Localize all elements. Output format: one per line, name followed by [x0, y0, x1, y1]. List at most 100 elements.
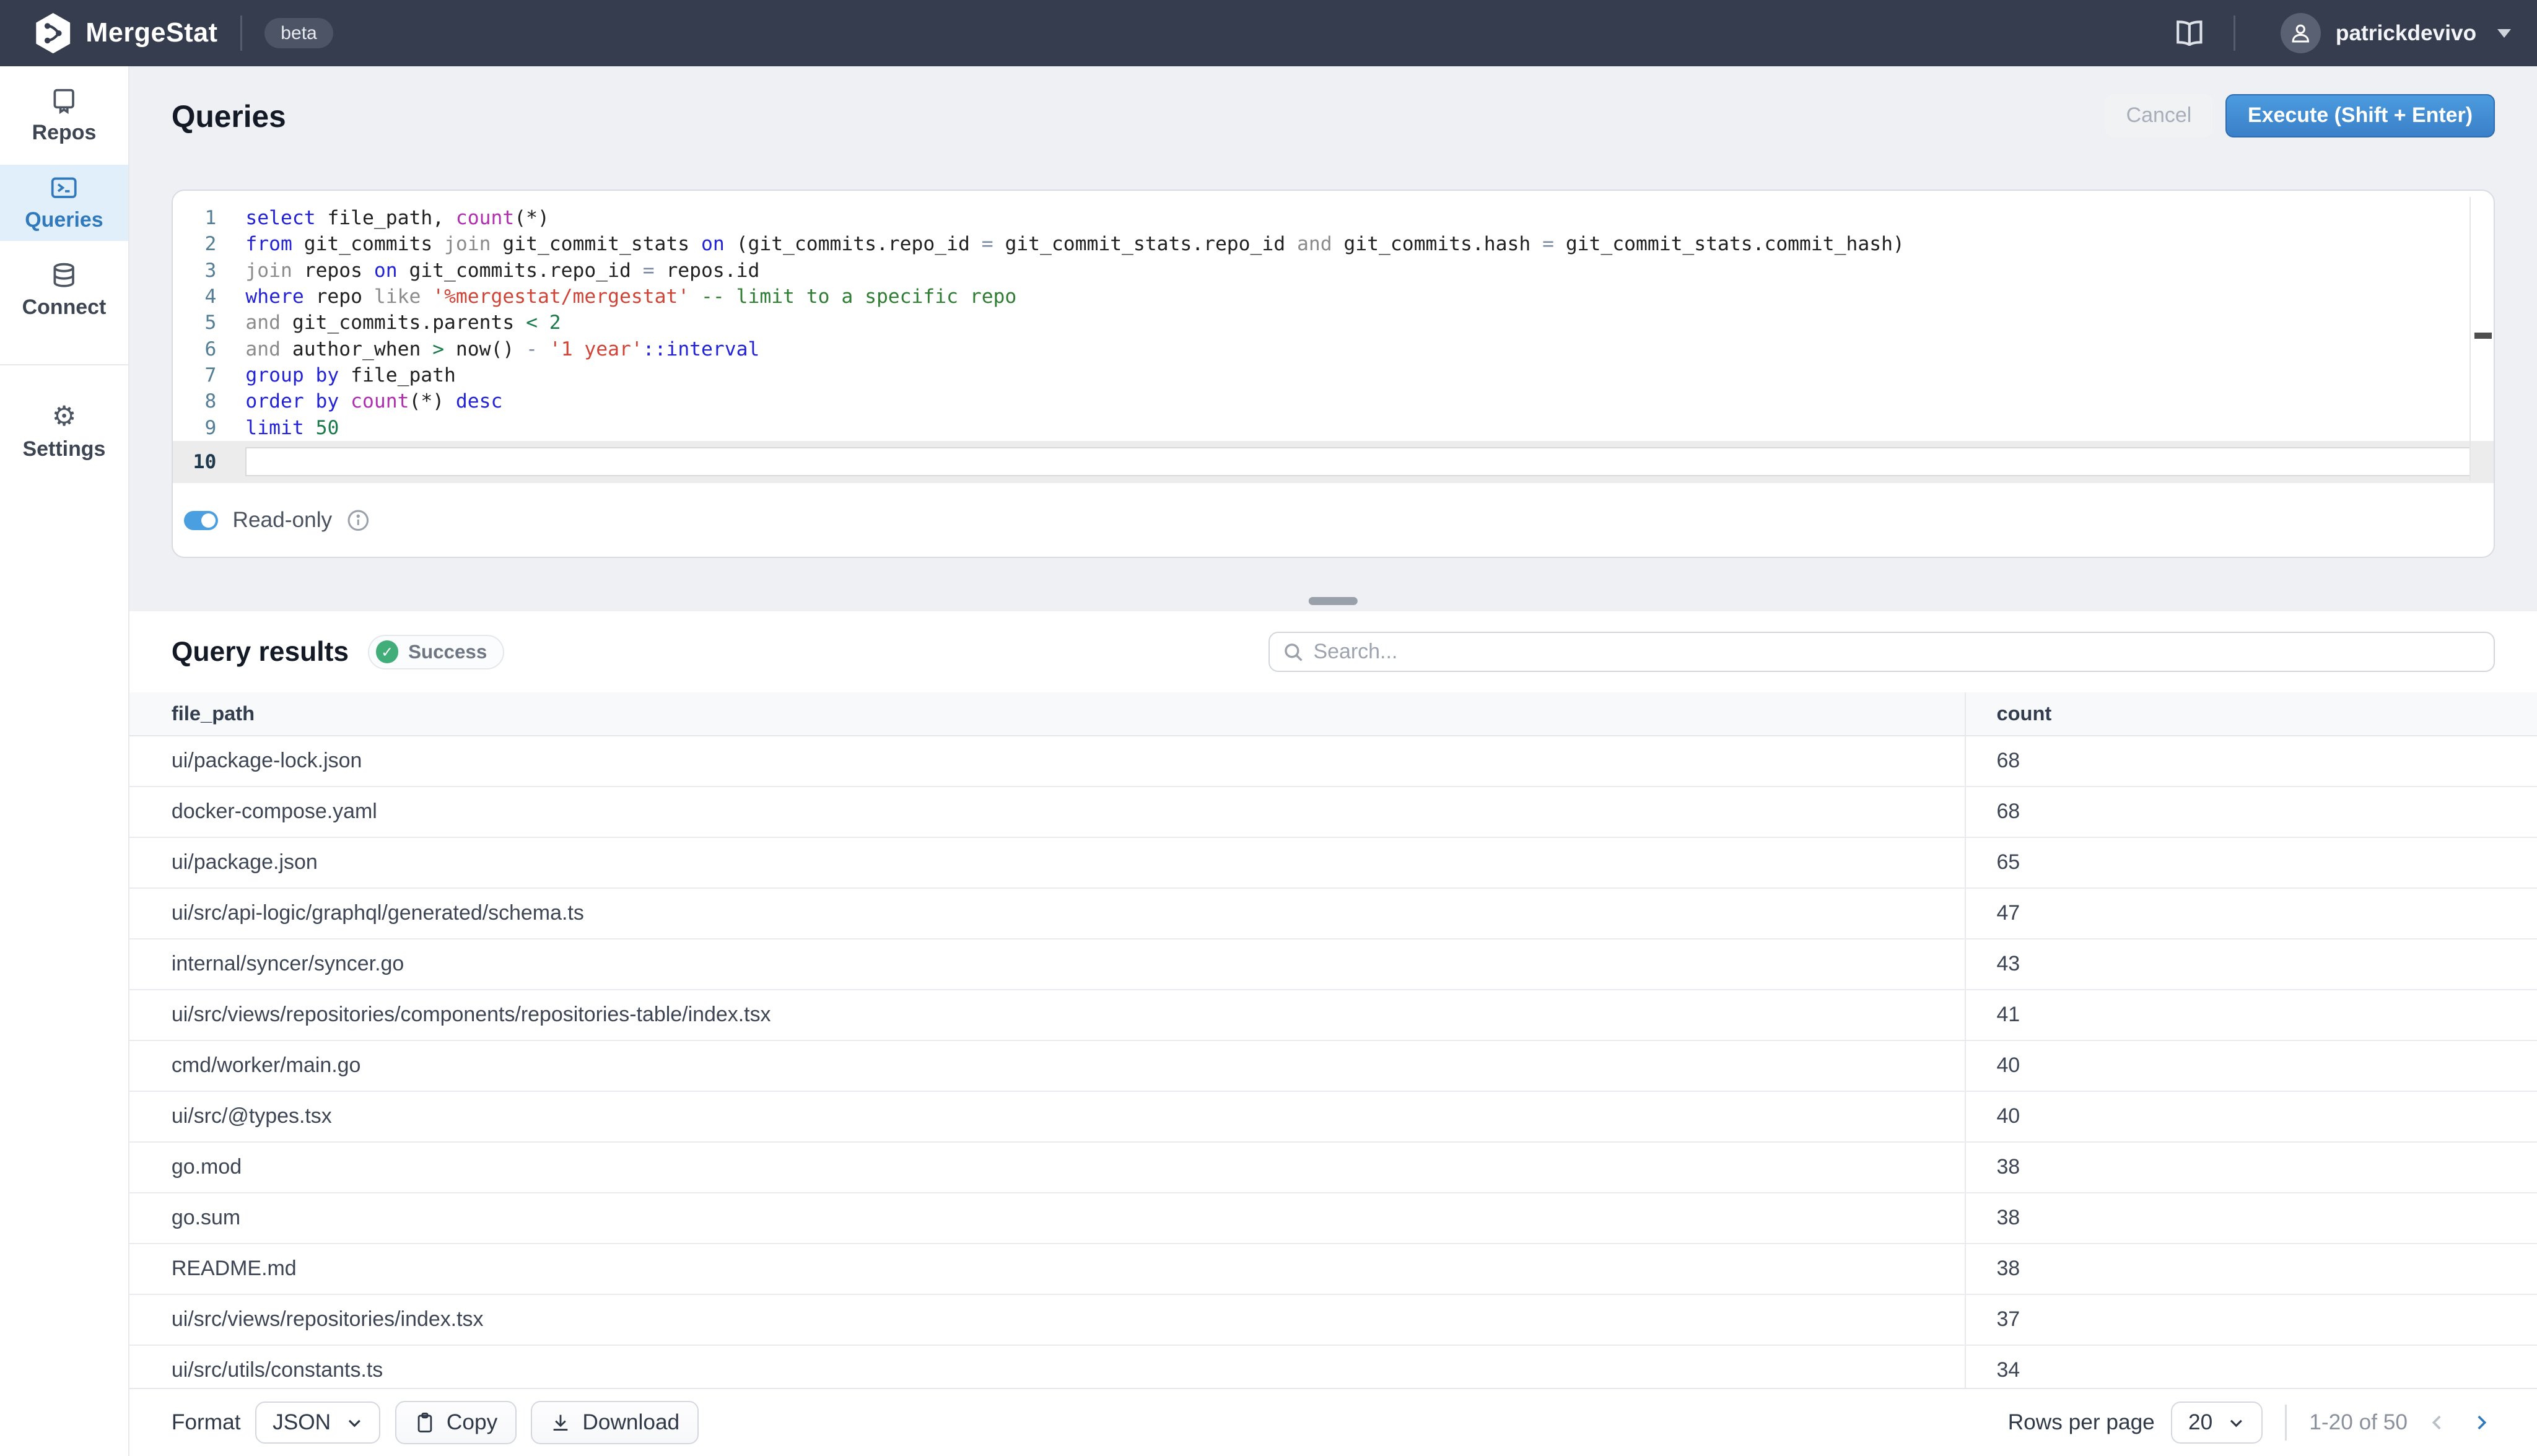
app-window: MergeStat beta patrickdevivo — [0, 0, 2537, 1456]
table-row[interactable]: README.md38 — [129, 1244, 2537, 1295]
line-number: 6 — [181, 336, 216, 362]
table-body: ui/package-lock.json68docker-compose.yam… — [129, 736, 2537, 1388]
code-line[interactable]: 9limit 50 — [173, 415, 2494, 441]
cell-file-path: go.mod — [129, 1143, 1966, 1192]
table-row[interactable]: docker-compose.yaml68 — [129, 787, 2537, 838]
app-name: MergeStat — [85, 18, 217, 48]
copy-label: Copy — [447, 1410, 497, 1435]
cell-count: 47 — [1966, 889, 2537, 938]
docs-button[interactable] — [2167, 14, 2211, 53]
code-line[interactable]: 1select file_path, count(*) — [173, 205, 2494, 231]
sql-editor-panel: 1select file_path, count(*)2 from git_com… — [172, 190, 2495, 559]
rows-per-page-value: 20 — [2188, 1410, 2212, 1435]
sidebar-item-label: Settings — [23, 437, 106, 461]
status-badge: ✓ Success — [368, 635, 504, 669]
footer-divider — [2285, 1405, 2287, 1440]
check-icon: ✓ — [376, 640, 399, 663]
table-row[interactable]: ui/src/views/repositories/index.tsx37 — [129, 1295, 2537, 1346]
beta-badge: beta — [264, 18, 333, 49]
search-icon — [1283, 642, 1304, 663]
table-row[interactable]: go.sum38 — [129, 1193, 2537, 1244]
info-icon[interactable] — [347, 509, 370, 532]
code-text: from git_commits join git_commit_stats o… — [245, 231, 2494, 257]
sql-code-editor[interactable]: 1select file_path, count(*)2 from git_com… — [173, 191, 2494, 484]
table-row[interactable]: ui/src/api-logic/graphql/generated/schem… — [129, 889, 2537, 939]
user-menu[interactable]: patrickdevivo — [2281, 13, 2511, 53]
cell-count: 43 — [1966, 939, 2537, 989]
cancel-button[interactable]: Cancel — [2105, 94, 2213, 138]
resize-handle[interactable] — [1309, 597, 1357, 605]
format-select[interactable]: JSON — [255, 1402, 380, 1444]
brand-home-link[interactable]: MergeStat — [35, 13, 217, 53]
line-number: 5 — [181, 310, 216, 336]
code-text: join repos on git_commits.repo_id = repo… — [245, 258, 2494, 284]
copy-button[interactable]: Copy — [395, 1401, 517, 1445]
sidebar-item-label: Repos — [32, 121, 97, 145]
code-line[interactable]: 5and git_commits.parents < 2 — [173, 310, 2494, 336]
sidebar-divider — [0, 364, 128, 365]
rows-per-page-select[interactable]: 20 — [2171, 1402, 2263, 1444]
table-row[interactable]: internal/syncer/syncer.go43 — [129, 939, 2537, 990]
readonly-row: Read-only — [173, 484, 2494, 557]
code-line[interactable]: 4where repo like '%mergestat/mergestat' … — [173, 284, 2494, 310]
gear-icon: ⚙ — [52, 403, 77, 430]
search-input[interactable] — [1313, 640, 2481, 664]
column-header-file-path[interactable]: file_path — [129, 692, 1966, 735]
table-row[interactable]: ui/src/@types.tsx40 — [129, 1092, 2537, 1143]
download-icon — [550, 1411, 571, 1434]
cell-file-path: internal/syncer/syncer.go — [129, 939, 1966, 989]
pagination-range: 1-20 of 50 — [2309, 1410, 2408, 1435]
code-line[interactable]: 6and author_when > now() - '1 year'::int… — [173, 336, 2494, 362]
next-page-button[interactable] — [2468, 1409, 2495, 1436]
line-number: 10 — [181, 449, 216, 475]
line-number: 7 — [181, 362, 216, 388]
main-content: Queries Cancel Execute (Shift + Enter) 1… — [129, 66, 2537, 1456]
execute-button[interactable]: Execute (Shift + Enter) — [2225, 94, 2495, 138]
book-icon — [2174, 20, 2205, 46]
cell-file-path: ui/src/utils/constants.ts — [129, 1346, 1966, 1388]
format-value: JSON — [273, 1410, 331, 1435]
cell-count: 41 — [1966, 990, 2537, 1040]
line-number: 8 — [181, 388, 216, 414]
cell-count: 38 — [1966, 1193, 2537, 1243]
line-number: 1 — [181, 205, 216, 231]
editor-scrollbar-marker[interactable] — [2474, 333, 2492, 338]
chevron-down-icon — [346, 1414, 364, 1432]
cell-count: 68 — [1966, 787, 2537, 837]
download-button[interactable]: Download — [531, 1401, 698, 1445]
query-results-section: Query results ✓ Success file_path count … — [129, 611, 2537, 1456]
cell-count: 68 — [1966, 736, 2537, 786]
table-row[interactable]: cmd/worker/main.go40 — [129, 1041, 2537, 1092]
cell-file-path: ui/src/api-logic/graphql/generated/schem… — [129, 889, 1966, 938]
cell-file-path: ui/src/views/repositories/index.tsx — [129, 1295, 1966, 1345]
search-box — [1268, 632, 2495, 672]
cell-count: 40 — [1966, 1041, 2537, 1091]
table-row[interactable]: ui/package-lock.json68 — [129, 736, 2537, 787]
sidebar-item-repos[interactable]: Repos — [0, 77, 128, 154]
code-line[interactable]: 2 from git_commits join git_commit_stats … — [173, 231, 2494, 257]
format-label: Format — [172, 1410, 241, 1435]
line-number: 2 — [181, 231, 216, 257]
table-row[interactable]: go.mod38 — [129, 1143, 2537, 1193]
code-line[interactable]: 10 — [173, 441, 2494, 483]
table-row[interactable]: ui/package.json65 — [129, 838, 2537, 889]
cell-file-path: ui/src/@types.tsx — [129, 1092, 1966, 1141]
column-header-count[interactable]: count — [1966, 692, 2537, 735]
table-row[interactable]: ui/src/views/repositories/components/rep… — [129, 990, 2537, 1041]
rows-per-page-label: Rows per page — [2008, 1410, 2155, 1435]
cell-file-path: ui/package.json — [129, 838, 1966, 887]
table-row[interactable]: ui/src/utils/constants.ts34 — [129, 1346, 2537, 1388]
username: patrickdevivo — [2336, 21, 2476, 46]
prev-page-button[interactable] — [2424, 1409, 2451, 1436]
code-line[interactable]: 7group by file_path — [173, 362, 2494, 388]
avatar — [2281, 13, 2321, 53]
sidebar-item-settings[interactable]: ⚙ Settings — [0, 395, 128, 471]
readonly-toggle[interactable] — [184, 511, 218, 530]
line-number: 3 — [181, 258, 216, 284]
code-line[interactable]: 3 join repos on git_commits.repo_id = rep… — [173, 258, 2494, 284]
code-line[interactable]: 8order by count(*) desc — [173, 388, 2494, 414]
status-label: Success — [408, 641, 487, 663]
sidebar-item-queries[interactable]: Queries — [0, 165, 128, 241]
sidebar-item-connect[interactable]: Connect — [0, 252, 128, 328]
results-title: Query results — [172, 637, 349, 668]
